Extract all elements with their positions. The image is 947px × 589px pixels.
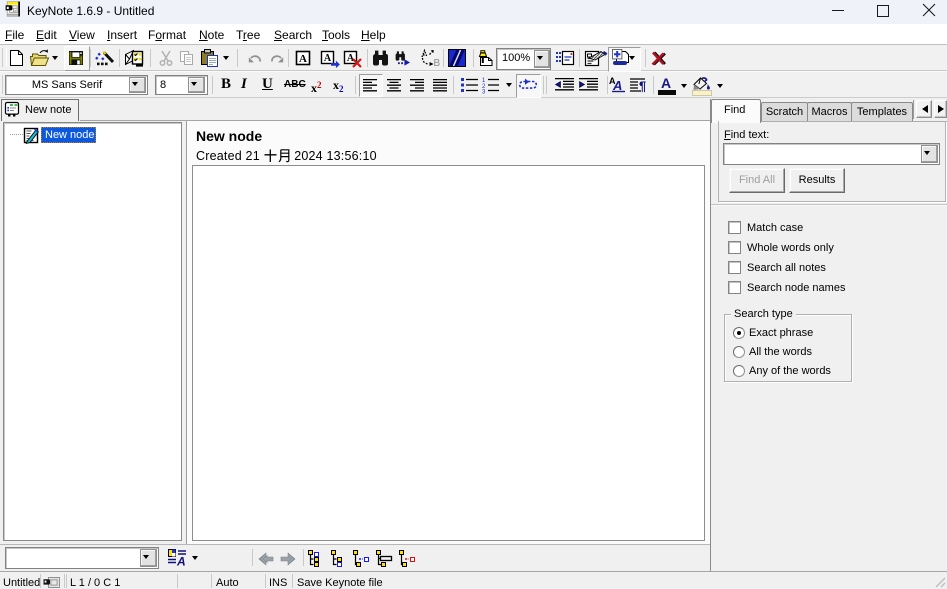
svg-text:¶: ¶: [639, 79, 646, 94]
svg-text:A: A: [324, 53, 332, 64]
svg-text:A: A: [299, 53, 307, 65]
svg-text:A: A: [612, 78, 622, 93]
svg-text:A: A: [176, 555, 186, 569]
svg-text:B: B: [434, 58, 441, 69]
